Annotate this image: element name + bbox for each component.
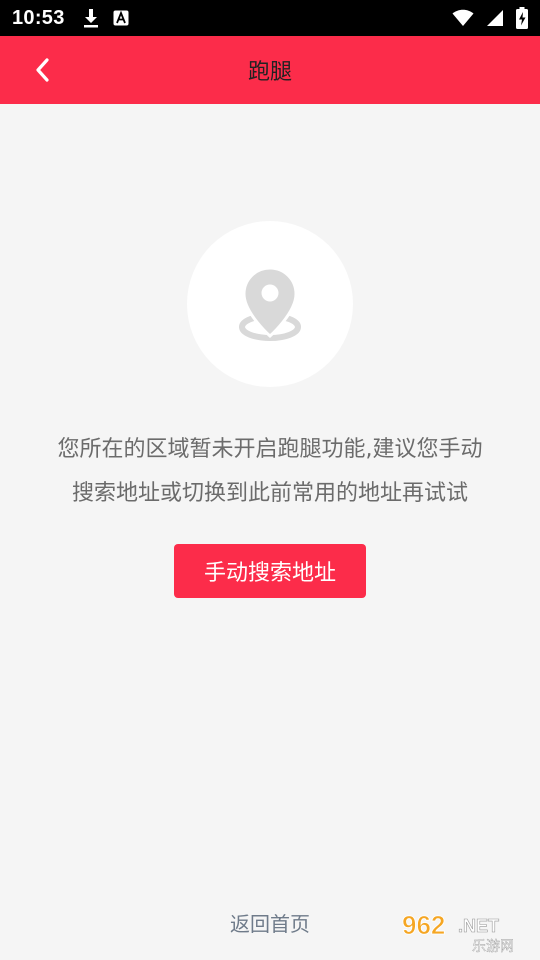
watermark-logo: 962 .NET 乐游网: [400, 908, 532, 956]
empty-state-message: 您所在的区域暂未开启跑腿功能,建议您手动 搜索地址或切换到此前常用的地址再试试: [20, 428, 520, 516]
svg-text:乐游网: 乐游网: [472, 939, 514, 954]
status-time: 10:53: [12, 6, 65, 29]
chevron-left-icon: [36, 58, 49, 82]
app-header: 跑腿: [0, 36, 540, 104]
back-button[interactable]: [22, 52, 62, 88]
page-title: 跑腿: [247, 60, 292, 85]
battery-charging-icon: [516, 7, 528, 29]
message-line-2: 搜索地址或切换到此前常用的地址再试试: [71, 481, 468, 506]
back-to-home-label: 返回首页: [230, 912, 310, 936]
message-line-1: 您所在的区域暂未开启跑腿功能,建议您手动: [57, 437, 483, 462]
wifi-icon: [452, 9, 474, 26]
svg-text:962: 962: [402, 910, 445, 940]
status-icons-right: [452, 7, 528, 29]
a-notification-icon: [113, 10, 129, 26]
signal-icon: [487, 10, 503, 26]
svg-text:.NET: .NET: [458, 916, 499, 936]
location-pin-icon: [239, 266, 301, 341]
status-icons-left: [83, 8, 129, 28]
download-icon: [83, 9, 98, 28]
empty-state-illustration: [187, 221, 353, 387]
manual-search-button[interactable]: 手动搜索地址: [174, 544, 366, 598]
status-bar: 10:53: [0, 0, 540, 36]
